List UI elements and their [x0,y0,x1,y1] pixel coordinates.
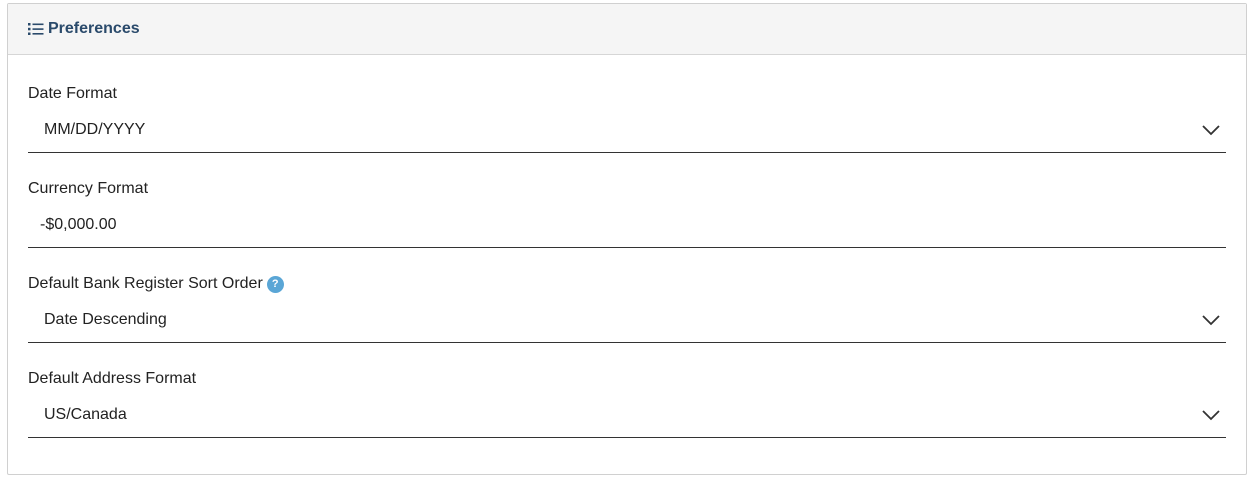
date-format-label: Date Format [28,85,117,102]
currency-format-label: Currency Format [28,180,149,197]
sort-order-value: Date Descending [44,310,167,328]
address-format-label: Default Address Format [28,370,197,387]
chevron-down-icon [1202,314,1220,325]
chevron-down-icon [1202,409,1220,420]
currency-format-field: Currency Format -$0,000.00 [28,150,1226,248]
address-format-field: Default Address Format US/Canada [28,340,1226,438]
help-icon[interactable]: ? [266,275,284,293]
panel-body: Date Format MM/DD/YYYY Currency Format -… [8,55,1246,438]
sort-order-select[interactable]: Date Descending [28,297,1226,343]
chevron-down-icon [1202,124,1220,135]
currency-format-input[interactable]: -$0,000.00 [28,202,1226,248]
address-format-value: US/Canada [44,405,127,423]
address-format-select[interactable]: US/Canada [28,392,1226,438]
sort-order-label-text: Default Bank Register Sort Order [28,275,263,292]
sort-order-label: Default Bank Register Sort Order ? [28,275,284,293]
currency-format-value: -$0,000.00 [40,215,117,233]
panel-title: Preferences [48,20,140,37]
date-format-field: Date Format MM/DD/YYYY [28,55,1226,153]
preferences-panel: Preferences Date Format MM/DD/YYYY Curre… [7,3,1247,475]
date-format-select[interactable]: MM/DD/YYYY [28,107,1226,153]
date-format-value: MM/DD/YYYY [44,120,146,138]
list-icon [28,22,44,36]
panel-header: Preferences [8,4,1246,55]
sort-order-field: Default Bank Register Sort Order ? Date … [28,245,1226,343]
